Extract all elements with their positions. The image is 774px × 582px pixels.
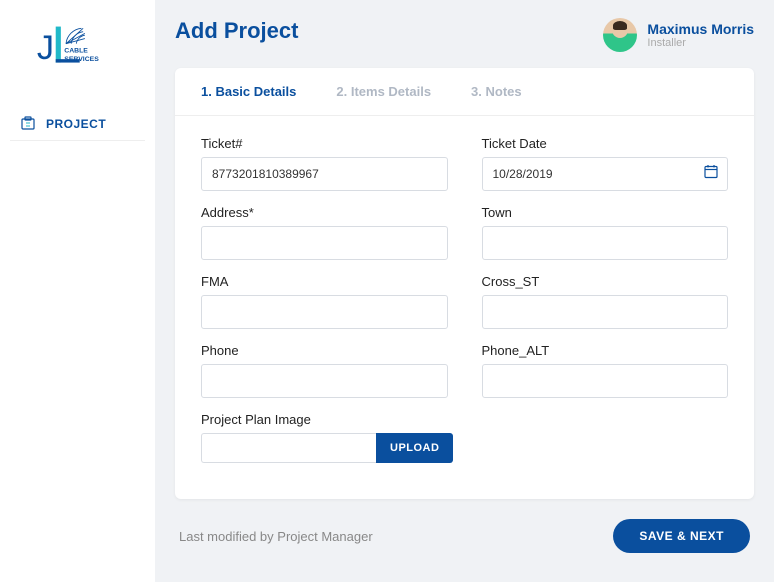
phone-alt-input[interactable] [482, 364, 729, 398]
fma-input[interactable] [201, 295, 448, 329]
user-role: Installer [647, 37, 754, 49]
sidebar-item-label: PROJECT [46, 117, 106, 131]
ticket-input[interactable] [201, 157, 448, 191]
main-content: Add Project Maximus Morris Installer 1. … [155, 0, 774, 582]
svg-text:CABLE: CABLE [64, 47, 88, 54]
sidebar: J CABLE SERVICES PROJECT [0, 0, 155, 582]
tab-notes[interactable]: 3. Notes [471, 84, 522, 99]
svg-text:SERVICES: SERVICES [64, 56, 99, 63]
town-input[interactable] [482, 226, 729, 260]
last-modified: Last modified by Project Manager [179, 529, 373, 544]
footer: Last modified by Project Manager SAVE & … [175, 519, 754, 553]
tab-basic-details[interactable]: 1. Basic Details [201, 84, 296, 99]
user-name: Maximus Morris [647, 21, 754, 37]
fma-label: FMA [201, 274, 448, 289]
ticket-date-label: Ticket Date [482, 136, 729, 151]
avatar [603, 18, 637, 52]
header: Add Project Maximus Morris Installer [175, 18, 754, 52]
address-input[interactable] [201, 226, 448, 260]
tab-items-details[interactable]: 2. Items Details [336, 84, 431, 99]
sidebar-item-project[interactable]: PROJECT [10, 108, 145, 141]
cross-st-input[interactable] [482, 295, 729, 329]
form-card: 1. Basic Details 2. Items Details 3. Not… [175, 68, 754, 499]
address-label: Address* [201, 205, 448, 220]
save-next-button[interactable]: SAVE & NEXT [613, 519, 750, 553]
cross-st-label: Cross_ST [482, 274, 729, 289]
ticket-date-input[interactable] [482, 157, 729, 191]
user-info: Maximus Morris Installer [647, 21, 754, 49]
tabs: 1. Basic Details 2. Items Details 3. Not… [175, 68, 754, 116]
user-block[interactable]: Maximus Morris Installer [603, 18, 754, 52]
upload-filename [201, 433, 376, 463]
town-label: Town [482, 205, 729, 220]
form-body: Ticket# Ticket Date [175, 116, 754, 499]
phone-alt-label: Phone_ALT [482, 343, 729, 358]
upload-button[interactable]: UPLOAD [376, 433, 453, 463]
logo-image: J CABLE SERVICES [33, 18, 123, 78]
phone-input[interactable] [201, 364, 448, 398]
plan-image-label: Project Plan Image [201, 412, 453, 427]
project-icon [20, 116, 36, 132]
svg-text:J: J [36, 29, 53, 67]
phone-label: Phone [201, 343, 448, 358]
ticket-label: Ticket# [201, 136, 448, 151]
page-title: Add Project [175, 18, 298, 44]
logo: J CABLE SERVICES [10, 18, 145, 78]
